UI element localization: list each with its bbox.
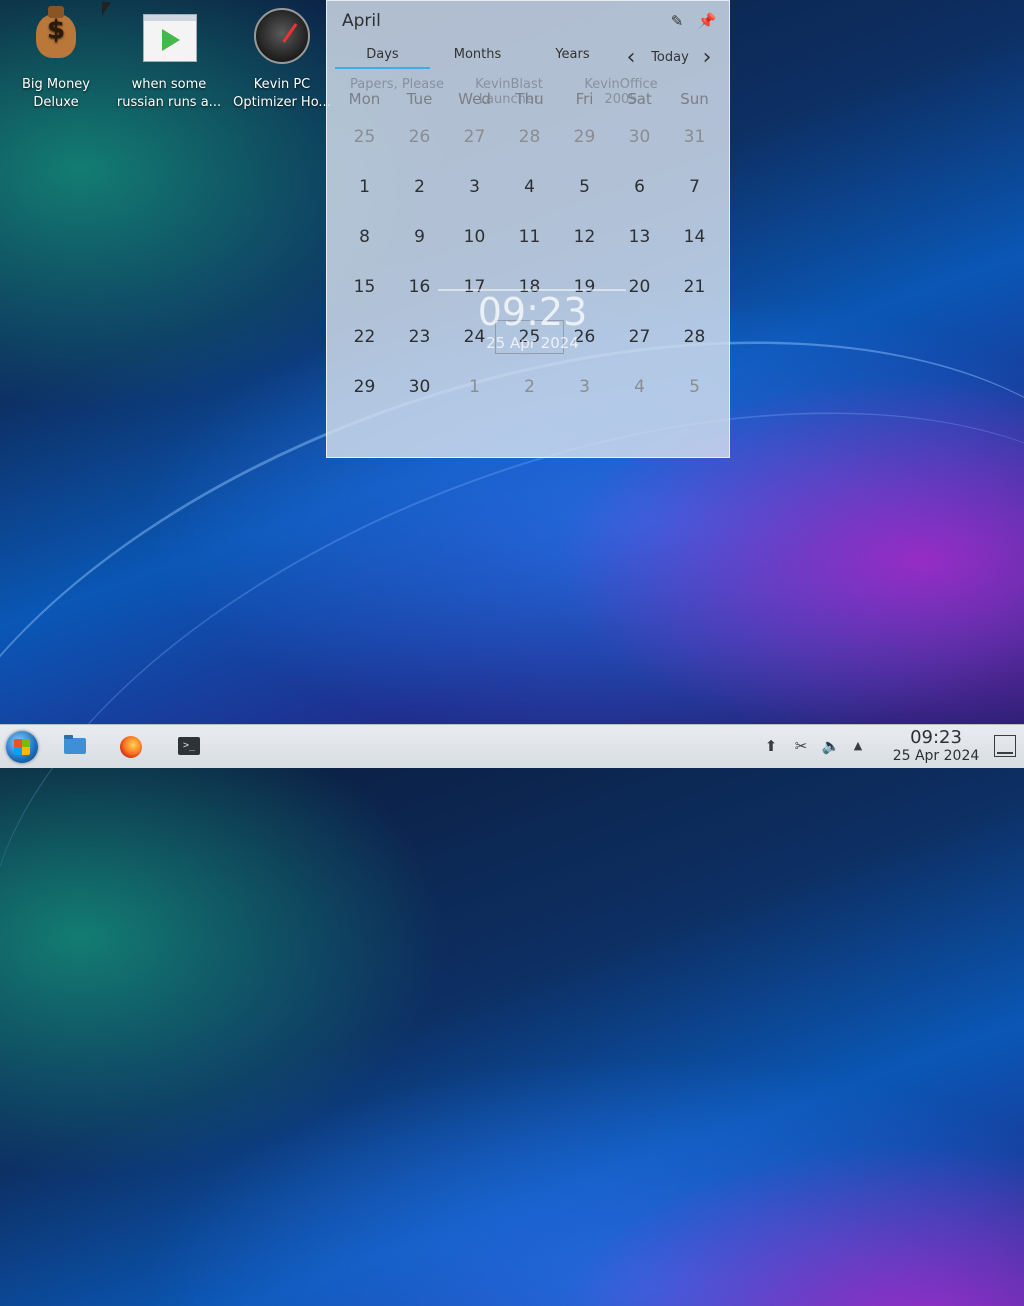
speed-gauge-icon xyxy=(254,8,310,64)
calendar-day[interactable]: 28 xyxy=(502,127,557,147)
weekday-label: Fri xyxy=(575,90,594,108)
calendar-popup: Papers, Please KevinBlast Launcher Kevin… xyxy=(326,0,730,458)
desktop-icon-label: Deluxe xyxy=(33,95,79,110)
calendar-day[interactable]: 9 xyxy=(392,227,447,247)
show-desktop-button[interactable] xyxy=(994,735,1016,757)
calendar-day[interactable]: 4 xyxy=(612,377,667,397)
weekday-label: Sat xyxy=(627,90,652,108)
calendar-week-row: 25 26 27 28 29 30 31 xyxy=(337,112,722,162)
desktop-icon-big-money-deluxe[interactable]: $ Big Money Deluxe xyxy=(1,6,111,112)
calendar-day[interactable]: 2 xyxy=(392,177,447,197)
updates-icon[interactable]: ⬆ xyxy=(760,735,782,757)
money-bag-icon: $ xyxy=(28,6,84,64)
weekday-label: Wed xyxy=(458,90,491,108)
calendar-day[interactable]: 1 xyxy=(337,177,392,197)
next-month-button[interactable]: › xyxy=(695,46,719,70)
calendar-day[interactable]: 28 xyxy=(667,327,722,347)
desktop-icon-label: Optimizer Ho... xyxy=(233,95,331,110)
tab-years[interactable]: Years xyxy=(525,47,620,62)
calendar-grid: Mon Tue Wed Thu Fri Sat Sun 25 26 27 28 … xyxy=(337,86,722,412)
calendar-day[interactable]: 3 xyxy=(557,377,612,397)
calendar-day[interactable]: 29 xyxy=(557,127,612,147)
calendar-day[interactable]: 30 xyxy=(392,377,447,397)
volume-icon[interactable]: 🔈 xyxy=(820,735,842,757)
desktop-clock-time: 09:23 xyxy=(477,290,588,334)
calendar-day[interactable]: 5 xyxy=(667,377,722,397)
calendar-day[interactable]: 12 xyxy=(557,227,612,247)
configure-pen-icon[interactable]: ✎ xyxy=(665,9,689,33)
calendar-month-title: April xyxy=(342,11,381,31)
desktop-icon-label: when some xyxy=(131,77,207,92)
taskbar: >_ ⬆ ✂ 🔈 ▲ 09:23 25 Apr 2024 xyxy=(0,724,1024,768)
calendar-week-row: 8 9 10 11 12 13 14 xyxy=(337,212,722,262)
weekday-label: Sun xyxy=(680,90,709,108)
calendar-day[interactable]: 16 xyxy=(392,277,447,297)
calendar-week-row: 29 30 1 2 3 4 5 xyxy=(337,362,722,412)
start-menu-icon[interactable] xyxy=(6,731,38,763)
previous-month-button[interactable]: ‹ xyxy=(619,46,643,70)
calendar-day[interactable]: 6 xyxy=(612,177,667,197)
taskbar-clock-time: 09:23 xyxy=(910,727,962,748)
desktop-clock-date: 25 Apr 2024 xyxy=(486,334,579,352)
weekday-label: Tue xyxy=(406,90,433,108)
desktop-icon-label: Big Money xyxy=(21,77,90,92)
calendar-week-row: 1 2 3 4 5 6 7 xyxy=(337,162,722,212)
desktop-icon-label: russian runs a... xyxy=(116,95,222,110)
calendar-day[interactable]: 8 xyxy=(337,227,392,247)
calendar-day[interactable]: 1 xyxy=(447,377,502,397)
scissors-icon[interactable]: ✂ xyxy=(790,735,812,757)
pin-icon[interactable]: 📌 xyxy=(695,9,719,33)
calendar-day[interactable]: 13 xyxy=(612,227,667,247)
calendar-day[interactable]: 29 xyxy=(337,377,392,397)
calendar-day[interactable]: 3 xyxy=(447,177,502,197)
weekday-label: Mon xyxy=(348,90,381,108)
calendar-day[interactable]: 21 xyxy=(667,277,722,297)
file-manager-icon[interactable] xyxy=(62,733,90,761)
calendar-day[interactable]: 22 xyxy=(337,327,392,347)
weekday-header-row: Mon Tue Wed Thu Fri Sat Sun xyxy=(337,86,722,112)
calendar-day[interactable]: 30 xyxy=(612,127,667,147)
desktop-icon-video[interactable]: when some russian runs a... xyxy=(114,8,224,112)
calendar-day[interactable]: 5 xyxy=(557,177,612,197)
expand-tray-icon[interactable]: ▲ xyxy=(847,735,869,757)
calendar-day[interactable]: 15 xyxy=(337,277,392,297)
calendar-day[interactable]: 25 xyxy=(337,127,392,147)
calendar-day[interactable]: 23 xyxy=(392,327,447,347)
mouse-cursor-icon xyxy=(102,2,111,16)
taskbar-clock-date: 25 Apr 2024 xyxy=(892,748,980,764)
tab-months[interactable]: Months xyxy=(430,47,525,62)
calendar-day[interactable]: 11 xyxy=(502,227,557,247)
desktop-clock-widget: 09:23 25 Apr 2024 xyxy=(440,290,625,352)
calendar-day[interactable]: 4 xyxy=(502,177,557,197)
calendar-day[interactable]: 10 xyxy=(447,227,502,247)
today-button[interactable]: Today xyxy=(647,46,693,70)
tab-days[interactable]: Days xyxy=(335,47,430,69)
terminal-icon[interactable]: >_ xyxy=(176,733,204,761)
calendar-day[interactable]: 14 xyxy=(667,227,722,247)
taskbar-clock[interactable]: 09:23 25 Apr 2024 xyxy=(886,728,986,765)
calendar-day[interactable]: 7 xyxy=(667,177,722,197)
desktop-icon-kevin-pc-optimizer[interactable]: Kevin PC Optimizer Ho... xyxy=(227,8,337,112)
calendar-day[interactable]: 2 xyxy=(502,377,557,397)
video-player-icon xyxy=(141,8,197,64)
firefox-icon[interactable] xyxy=(118,733,146,761)
calendar-day[interactable]: 31 xyxy=(667,127,722,147)
calendar-day[interactable]: 26 xyxy=(392,127,447,147)
desktop-icon-label: Kevin PC xyxy=(253,77,311,92)
weekday-label: Thu xyxy=(515,90,544,108)
calendar-day[interactable]: 27 xyxy=(447,127,502,147)
